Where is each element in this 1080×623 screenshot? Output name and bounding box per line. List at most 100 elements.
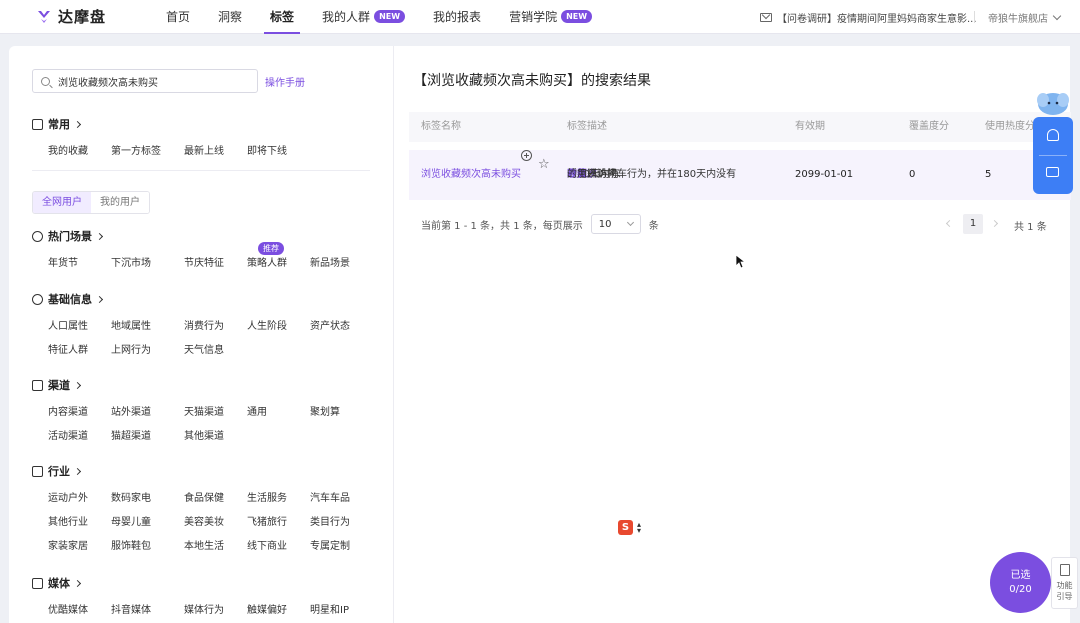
manual-link[interactable]: 操作手册 xyxy=(265,74,305,89)
section-title: 行业 xyxy=(48,465,70,478)
nav-item-4[interactable]: 我的报表 xyxy=(419,0,495,34)
section-title: 媒体 xyxy=(48,577,70,590)
tag-link[interactable]: 人口属性 xyxy=(48,317,88,332)
tag-search-box[interactable] xyxy=(32,69,258,93)
tag-link[interactable]: 通用 xyxy=(247,403,267,418)
tag-link[interactable]: 抖音媒体 xyxy=(111,601,151,616)
tag-link[interactable]: 其他渠道 xyxy=(184,427,224,442)
tag-link[interactable]: 专属定制 xyxy=(310,537,350,552)
tag-link[interactable]: 食品保健 xyxy=(184,489,224,504)
tag-link[interactable]: 其他行业 xyxy=(48,513,88,528)
tag-link[interactable]: 服饰鞋包 xyxy=(111,537,151,552)
desc-text: 的用户。 xyxy=(567,169,607,180)
notice-link[interactable]: 【问卷调研】疫情期间阿里妈妈商家生意影... xyxy=(760,0,977,34)
nav-item-2[interactable]: 标签 xyxy=(256,0,308,34)
tag-link[interactable]: 运动户外 xyxy=(48,489,88,504)
tag-link[interactable]: 明星和IP xyxy=(310,601,349,616)
section-3[interactable]: 行业 xyxy=(32,463,82,479)
chevron-right-icon xyxy=(95,232,104,240)
tag-link[interactable]: 美容美妆 xyxy=(184,513,224,528)
tag-name-link[interactable]: 浏览收藏频次高未购买 xyxy=(421,150,521,200)
tag-link[interactable]: 猫超渠道 xyxy=(111,427,151,442)
tag-link[interactable]: 聚划算 xyxy=(310,403,340,418)
feature-guide-button[interactable]: 功能 引导 xyxy=(1051,557,1078,609)
section-common[interactable]: 常用 xyxy=(32,116,82,132)
tag-link[interactable]: 活动渠道 xyxy=(48,427,88,442)
store-switcher[interactable]: 帝狼牛旗舰店 xyxy=(988,0,1062,34)
results-table-header: 标签名称 标签描述 有效期 覆盖度分 使用热度分 xyxy=(409,112,1071,142)
scope-tab-1[interactable]: 我的用户 xyxy=(91,192,149,213)
page-1-button[interactable]: 1 xyxy=(963,214,983,234)
col-header-desc: 标签描述 xyxy=(567,121,607,132)
play-icon xyxy=(32,577,43,589)
tag-link[interactable]: 年货节 xyxy=(48,254,78,269)
tag-link[interactable]: 数码家电 xyxy=(111,489,151,504)
channel-icon xyxy=(32,379,43,391)
fire-icon xyxy=(32,230,43,242)
scope-tab-0[interactable]: 全网用户 xyxy=(33,192,91,213)
expiry-value: 2099-01-01 xyxy=(795,169,854,180)
section-4[interactable]: 媒体 xyxy=(32,575,82,591)
nav-item-5[interactable]: 营销学院 NEW xyxy=(495,0,606,34)
chevron-right-icon xyxy=(73,381,82,389)
add-circle-icon[interactable] xyxy=(521,150,532,161)
table-row[interactable]: 浏览收藏频次高未购买 ☆ 近90天内有 高频次 的店铺访问、 收藏 、加入购物车行为，并… xyxy=(409,150,1071,200)
tag-link[interactable]: 策略人群 xyxy=(247,254,287,269)
tag-link[interactable]: 上网行为 xyxy=(111,341,151,356)
tag-link[interactable]: 家装家居 xyxy=(48,537,88,552)
mail-icon xyxy=(760,12,772,22)
tag-link[interactable]: 母婴儿童 xyxy=(111,513,151,528)
ime-toolbar[interactable]: S ▴ ▾ xyxy=(618,520,641,535)
tag-link[interactable]: 站外渠道 xyxy=(111,403,151,418)
section-0[interactable]: 热门场景 xyxy=(32,228,104,244)
tag-link[interactable]: 线下商业 xyxy=(247,537,287,552)
tag-link[interactable]: 优酷媒体 xyxy=(48,601,88,616)
elephant-mascot-icon[interactable] xyxy=(1034,88,1072,120)
tag-link[interactable]: 汽车车品 xyxy=(310,489,350,504)
user-scope-toggle: 全网用户 我的用户 xyxy=(32,191,150,214)
nav-label: 首页 xyxy=(166,10,191,24)
app-logo[interactable]: 达摩盘 xyxy=(36,6,136,27)
tag-link[interactable]: 天猫渠道 xyxy=(184,403,224,418)
prev-page-icon[interactable] xyxy=(945,219,954,228)
chevron-right-icon xyxy=(73,579,82,587)
tag-link[interactable]: 内容渠道 xyxy=(48,403,88,418)
tag-link[interactable]: 我的收藏 xyxy=(48,142,88,157)
pager-total: 共 1 条 xyxy=(1014,222,1047,233)
recommend-badge: 推荐 xyxy=(258,242,284,255)
nav-item-0[interactable]: 首页 xyxy=(152,0,204,34)
tag-link[interactable]: 消费行为 xyxy=(184,317,224,332)
tag-link[interactable]: 地域属性 xyxy=(111,317,151,332)
tag-link[interactable]: 下沉市场 xyxy=(111,254,151,269)
tag-link[interactable]: 特征人群 xyxy=(48,341,88,356)
logo-icon xyxy=(38,10,50,23)
tag-link[interactable]: 触媒偏好 xyxy=(247,601,287,616)
user-circle-icon xyxy=(32,293,43,305)
section-2[interactable]: 渠道 xyxy=(32,377,82,393)
chat-icon[interactable] xyxy=(1046,167,1059,177)
tag-link[interactable]: 资产状态 xyxy=(310,317,350,332)
nav-item-1[interactable]: 洞察 xyxy=(204,0,256,34)
tag-link[interactable]: 最新上线 xyxy=(184,142,224,157)
tag-search-input[interactable] xyxy=(58,75,248,87)
section-1[interactable]: 基础信息 xyxy=(32,291,104,307)
bell-icon[interactable] xyxy=(1047,129,1059,141)
page-size-select[interactable]: 10 xyxy=(590,214,641,234)
tag-link[interactable]: 类目行为 xyxy=(310,513,350,528)
tag-link[interactable]: 第一方标签 xyxy=(111,142,161,157)
star-icon[interactable]: ☆ xyxy=(538,150,550,180)
col-header-name: 标签名称 xyxy=(421,121,461,132)
tag-link[interactable]: 媒体行为 xyxy=(184,601,224,616)
tag-link[interactable]: 本地生活 xyxy=(184,537,224,552)
tag-link[interactable]: 新品场景 xyxy=(310,254,350,269)
tag-link[interactable]: 飞猪旅行 xyxy=(247,513,287,528)
tag-link[interactable]: 节庆特征 xyxy=(184,254,224,269)
chevron-down-icon xyxy=(1052,11,1062,20)
tag-link[interactable]: 生活服务 xyxy=(247,489,287,504)
tag-link[interactable]: 即将下线 xyxy=(247,142,287,157)
tag-link[interactable]: 人生阶段 xyxy=(247,317,287,332)
tag-link[interactable]: 天气信息 xyxy=(184,341,224,356)
nav-item-3[interactable]: 我的人群 NEW xyxy=(308,0,419,34)
selected-tags-button[interactable]: 已选 0/20 xyxy=(990,552,1051,613)
next-page-icon[interactable] xyxy=(990,219,999,228)
